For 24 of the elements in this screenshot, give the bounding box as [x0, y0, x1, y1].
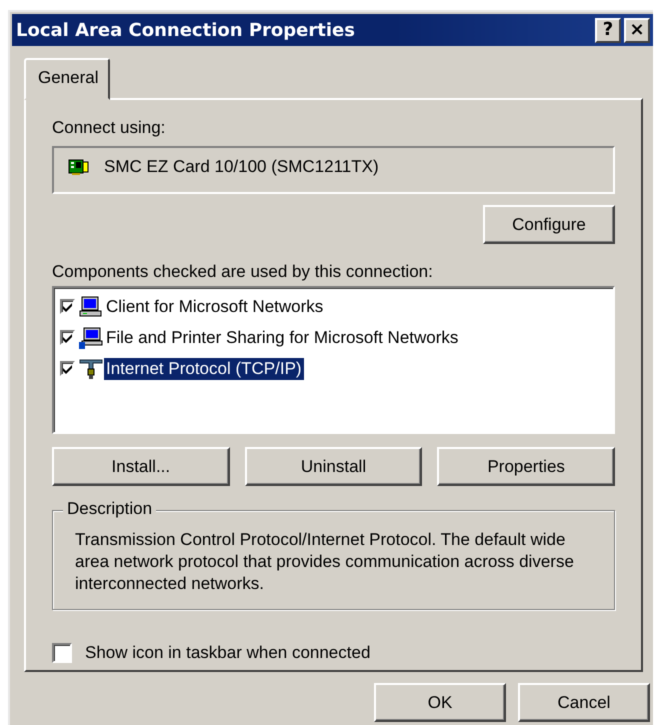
network-card-icon — [68, 158, 90, 176]
computer-icon — [79, 296, 103, 318]
list-item[interactable]: Client for Microsoft Networks — [104, 296, 326, 318]
window-title: Local Area Connection Properties — [16, 20, 355, 40]
computer-printer-icon — [79, 326, 103, 348]
cancel-button[interactable]: Cancel — [518, 683, 650, 722]
install-button[interactable]: Install... — [52, 447, 230, 486]
list-item[interactable]: Internet Protocol (TCP/IP) — [104, 358, 304, 380]
properties-button[interactable]: Properties — [437, 447, 616, 486]
list-item[interactable]: File and Printer Sharing for Microsoft Networks — [104, 326, 460, 348]
checkbox[interactable] — [52, 643, 72, 663]
ok-button[interactable]: OK — [374, 683, 506, 722]
help-button[interactable]: ? — [595, 18, 621, 42]
configure-button[interactable]: Configure — [483, 205, 615, 244]
field-label: Connect using: — [52, 118, 166, 139]
close-button[interactable]: × — [624, 18, 650, 42]
network-cable-icon — [79, 358, 103, 380]
checkbox-label: Show icon in taskbar when connected — [85, 643, 370, 663]
group-title: Description — [63, 499, 156, 519]
tab[interactable]: General — [24, 58, 110, 100]
field-label: Components checked are used by this connection: — [52, 262, 434, 283]
adapter-name: SMC EZ Card 10/100 (SMC1211TX) — [104, 157, 379, 177]
description-text: Transmission Control Protocol/Internet Protocol. The default wide area network protocol that provides communication across diverse interconnected networks. — [75, 529, 575, 595]
uninstall-button[interactable]: Uninstall — [244, 447, 422, 486]
